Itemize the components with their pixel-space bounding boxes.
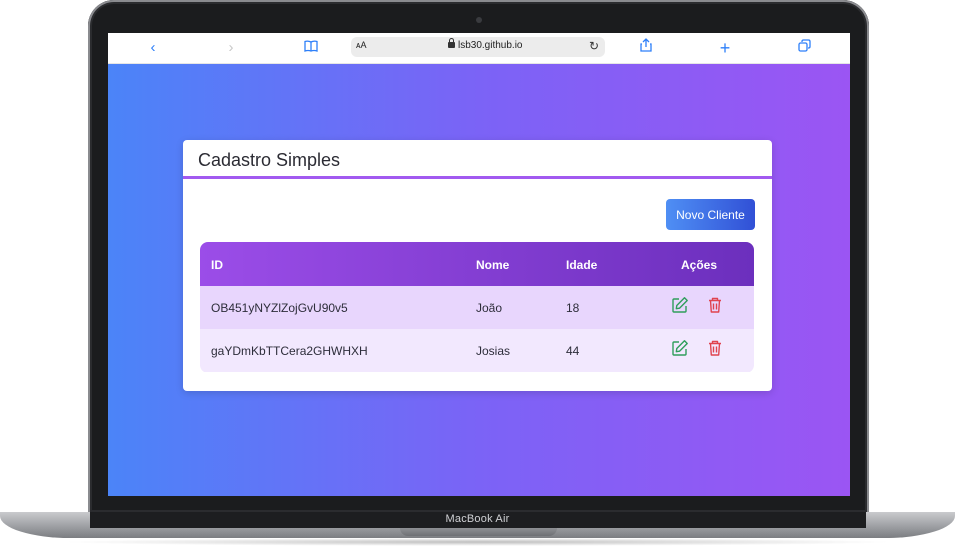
title-divider bbox=[183, 176, 772, 179]
header-idade: Idade bbox=[566, 258, 598, 272]
laptop-notch bbox=[400, 528, 557, 536]
reload-icon[interactable]: ↻ bbox=[589, 39, 599, 53]
table-header: ID Nome Idade Ações bbox=[200, 242, 754, 286]
header-acoes: Ações bbox=[681, 258, 718, 272]
cell-nome: João bbox=[476, 301, 503, 315]
bookmarks-icon[interactable] bbox=[301, 38, 321, 58]
table-row: OB451yNYZlZojGvU90v5 João 18 bbox=[200, 286, 754, 329]
reader-aa-button[interactable]: ᴀA bbox=[356, 40, 366, 50]
edit-icon[interactable] bbox=[671, 296, 689, 314]
address-bar[interactable]: ᴀA lsb30.github.io ↻ bbox=[351, 37, 605, 57]
cell-idade: 18 bbox=[566, 301, 580, 315]
table-row: gaYDmKbTTCera2GHWHXH Josias 44 bbox=[200, 329, 754, 372]
device-label: MacBook Air bbox=[445, 513, 510, 525]
back-icon[interactable]: ‹ bbox=[143, 38, 163, 58]
cell-id: OB451yNYZlZojGvU90v5 bbox=[211, 301, 348, 315]
forward-icon[interactable]: › bbox=[221, 38, 241, 58]
camera bbox=[476, 17, 482, 23]
laptop-shadow bbox=[60, 538, 895, 546]
new-client-button[interactable]: Novo Cliente bbox=[666, 199, 755, 230]
cell-nome: Josias bbox=[476, 344, 511, 358]
clients-table: ID Nome Idade Ações OB451yNYZlZojGvU90v5… bbox=[200, 242, 754, 373]
url-text: lsb30.github.io bbox=[458, 40, 523, 51]
page-title: Cadastro Simples bbox=[198, 150, 341, 170]
trash-icon[interactable] bbox=[706, 296, 724, 314]
header-nome: Nome bbox=[476, 258, 510, 272]
tabs-icon[interactable] bbox=[794, 38, 814, 58]
lock-icon bbox=[448, 38, 455, 48]
new-tab-icon[interactable]: + bbox=[715, 38, 735, 58]
edit-icon[interactable] bbox=[671, 339, 689, 357]
cell-idade: 44 bbox=[566, 344, 580, 358]
trash-icon[interactable] bbox=[706, 339, 724, 357]
cell-id: gaYDmKbTTCera2GHWHXH bbox=[211, 344, 368, 358]
share-icon[interactable] bbox=[636, 38, 656, 58]
header-id: ID bbox=[211, 258, 223, 272]
register-card: Cadastro Simples Novo Cliente ID Nome Id… bbox=[183, 140, 772, 391]
laptop-screen: ‹ › ᴀA lsb30.github.io ↻ + Cadastro Simp… bbox=[108, 33, 850, 496]
page-background: Cadastro Simples Novo Cliente ID Nome Id… bbox=[108, 64, 850, 496]
browser-toolbar: ‹ › ᴀA lsb30.github.io ↻ + bbox=[108, 33, 850, 64]
